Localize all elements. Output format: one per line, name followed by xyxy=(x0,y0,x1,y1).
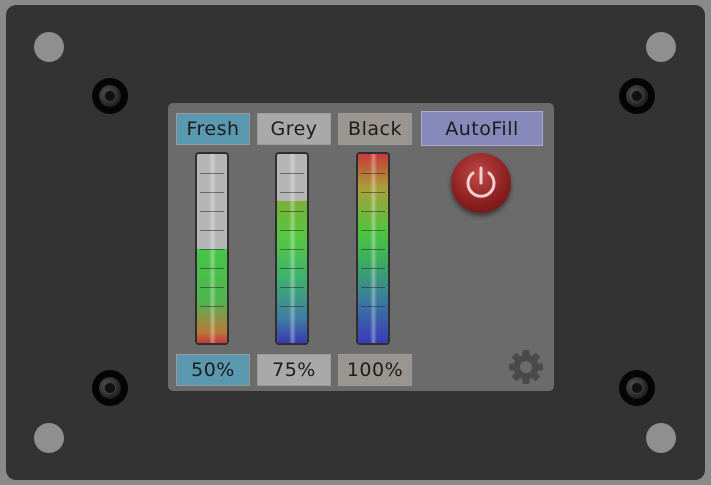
touch-screen: Fresh Grey Black AutoFill 50% 75% 100% xyxy=(168,103,554,391)
gauge-tick xyxy=(361,287,385,288)
grey-tank-gauge xyxy=(275,152,309,345)
gauge-tick xyxy=(280,268,304,269)
gauge-tick xyxy=(200,268,224,269)
gauge-tick xyxy=(361,173,385,174)
gauge-tick xyxy=(200,211,224,212)
mounting-panel: Fresh Grey Black AutoFill 50% 75% 100% xyxy=(6,5,705,480)
mounting-hole xyxy=(34,423,64,453)
settings-button[interactable] xyxy=(507,348,545,386)
gauge-tick xyxy=(200,249,224,250)
screw xyxy=(619,78,655,114)
tab-black[interactable]: Black xyxy=(338,113,412,145)
gauge-tick xyxy=(200,230,224,231)
black-tank-gauge xyxy=(356,152,390,345)
gauge-tick xyxy=(280,306,304,307)
power-icon xyxy=(466,166,496,198)
mounting-hole xyxy=(646,32,676,62)
autofill-button[interactable]: AutoFill xyxy=(421,111,543,146)
screw xyxy=(92,78,128,114)
black-level-readout: 100% xyxy=(338,354,412,386)
gauge-tick xyxy=(280,173,304,174)
mounting-hole xyxy=(34,32,64,62)
gauge-tick xyxy=(200,192,224,193)
fresh-level-readout: 50% xyxy=(176,354,250,386)
tab-fresh[interactable]: Fresh xyxy=(176,113,250,145)
gauge-tick xyxy=(361,192,385,193)
screw xyxy=(92,370,128,406)
grey-level-readout: 75% xyxy=(257,354,331,386)
tab-grey[interactable]: Grey xyxy=(257,113,331,145)
fresh-tank-gauge xyxy=(195,152,229,345)
screw xyxy=(619,370,655,406)
gauge-tick xyxy=(280,249,304,250)
gauge-tick xyxy=(280,211,304,212)
gauge-tick xyxy=(200,287,224,288)
gauge-tick xyxy=(361,211,385,212)
power-button[interactable] xyxy=(451,153,511,213)
gauge-tick xyxy=(280,230,304,231)
gauge-tick xyxy=(200,173,224,174)
mounting-hole xyxy=(646,423,676,453)
gauge-tick xyxy=(280,192,304,193)
gauge-tick xyxy=(361,268,385,269)
gauge-tick xyxy=(280,287,304,288)
gauge-tick xyxy=(200,306,224,307)
gear-icon xyxy=(509,350,543,384)
gauge-tick xyxy=(361,249,385,250)
gauge-tick xyxy=(361,306,385,307)
gauge-tick xyxy=(361,230,385,231)
